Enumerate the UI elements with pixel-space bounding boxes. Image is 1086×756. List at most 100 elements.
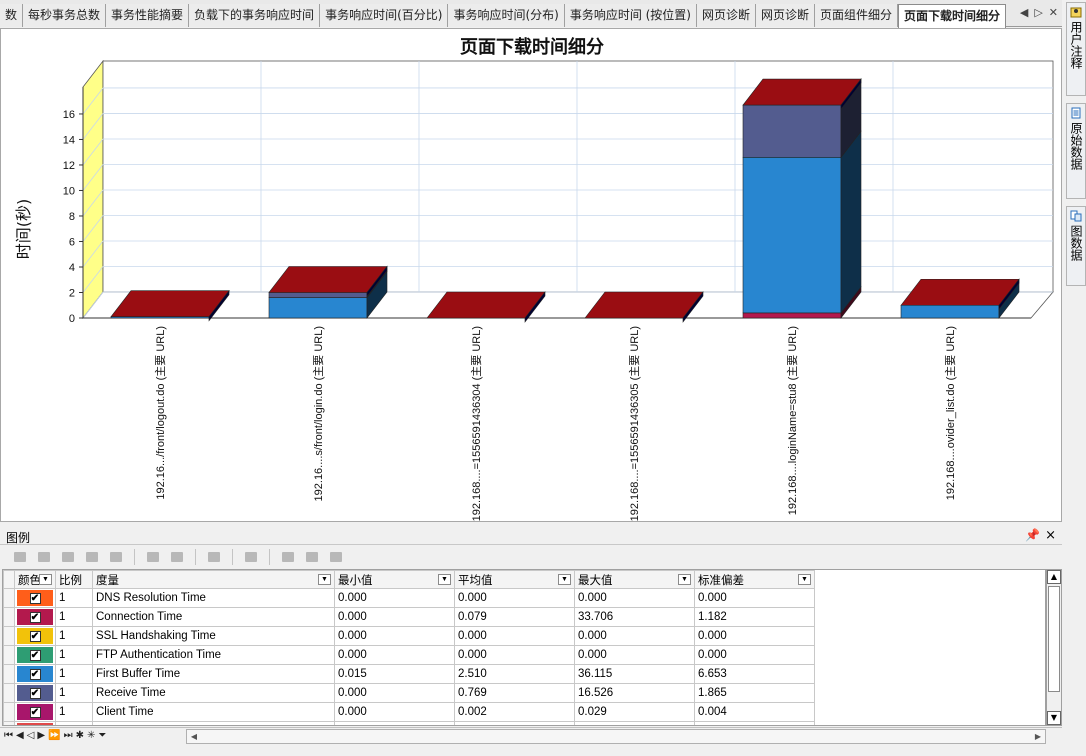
tab-item[interactable]: 事务响应时间 (按位置) (564, 4, 697, 27)
color-cell[interactable]: ✔ (14, 607, 56, 627)
prev-page-icon[interactable]: ◀ (16, 730, 24, 741)
visibility-checkbox[interactable]: ✔ (29, 649, 41, 661)
tab-item[interactable]: 事务性能摘要 (106, 4, 190, 27)
visibility-checkbox[interactable]: ✔ (29, 592, 41, 604)
color-cell[interactable]: ✔ (14, 683, 56, 703)
next-page-icon[interactable]: ⏩ (48, 730, 60, 741)
append-record-icon[interactable]: ✳ (87, 730, 95, 741)
tab-item[interactable]: 数 (0, 4, 24, 27)
user-notes-button[interactable]: 用户注释 (1066, 2, 1086, 96)
row-selector[interactable] (3, 702, 15, 722)
table-row[interactable]: ✔ 1 SSL Handshaking Time 0.000 0.000 0.000 0.0… (3, 626, 815, 646)
table-row[interactable]: ✔ 1 Connection Time 0.000 0.079 33.706 1.182 (3, 607, 815, 627)
table-row[interactable]: ✔ 1 Client Time 0.000 0.002 0.029 0.004 (3, 702, 815, 722)
tab-item[interactable]: 网页诊断 (697, 4, 757, 27)
table-row[interactable]: ✔ 1 DNS Resolution Time 0.000 0.000 0.000 0.00… (3, 588, 815, 608)
vertical-scrollbar[interactable]: ▲ ▼ (1046, 569, 1062, 726)
tab-scroll-right-icon[interactable]: ▷ (1034, 6, 1042, 19)
color-swatch[interactable]: ✔ (17, 704, 53, 720)
export-icon[interactable] (167, 548, 187, 566)
visibility-checkbox[interactable]: ✔ (29, 687, 41, 699)
column-header-measure[interactable]: 度量 ▼ (92, 570, 335, 589)
row-selector[interactable] (3, 721, 15, 725)
column-header-min[interactable]: 最小值 ▼ (334, 570, 455, 589)
link-icon[interactable] (82, 548, 102, 566)
scroll-up-icon[interactable]: ▲ (1047, 570, 1061, 584)
color-cell[interactable]: ✔ (14, 626, 56, 646)
configure-measurements-icon[interactable] (10, 548, 30, 566)
row-selector[interactable] (3, 664, 15, 684)
column-header-scale[interactable]: 比例 (55, 570, 93, 589)
highlight-icon[interactable] (204, 548, 224, 566)
show-all-icon[interactable] (34, 548, 54, 566)
scroll-down-icon[interactable]: ▼ (1047, 711, 1061, 725)
visibility-checkbox[interactable]: ✔ (29, 668, 41, 680)
insert-record-icon[interactable]: ✱ (76, 730, 84, 741)
dropdown-arrow-icon[interactable]: ▼ (438, 574, 451, 585)
column-header-color[interactable]: 颜色 ▼ (14, 570, 56, 589)
raw-data-button[interactable]: 原始数据 (1066, 103, 1086, 199)
pin-icon[interactable]: 📌 (1025, 528, 1040, 542)
color-swatch[interactable]: ✔ (17, 628, 53, 644)
color-swatch[interactable]: ✔ (17, 647, 53, 663)
scroll-left-icon[interactable]: ◀ (187, 730, 201, 743)
group-icon[interactable] (278, 548, 298, 566)
color-swatch[interactable]: ✔ (17, 609, 53, 625)
color-swatch[interactable]: ✔ (17, 685, 53, 701)
color-cell[interactable]: ✔ (14, 721, 56, 727)
save-layout-icon[interactable] (326, 548, 346, 566)
visibility-checkbox[interactable]: ✔ (29, 611, 41, 623)
color-cell[interactable]: ✔ (14, 588, 56, 608)
dropdown-arrow-icon[interactable]: ▼ (318, 574, 331, 585)
scroll-thumb[interactable] (1048, 586, 1060, 692)
dropdown-arrow-icon[interactable]: ▼ (678, 574, 691, 585)
table-row[interactable]: ✔1Error Time0.0000.0000.0410.002 (3, 721, 815, 727)
row-selector[interactable] (3, 645, 15, 665)
tab-item[interactable]: 网页诊断 (756, 4, 816, 27)
ungroup-icon[interactable] (302, 548, 322, 566)
columns-icon[interactable] (241, 548, 261, 566)
import-icon[interactable] (143, 548, 163, 566)
color-swatch[interactable]: ✔ (17, 590, 53, 606)
tab-item[interactable]: 页面下载时间细分 (898, 4, 1007, 28)
column-header-avg[interactable]: 平均值 ▼ (454, 570, 575, 589)
filter-funnel-icon[interactable]: ⏷ (98, 730, 106, 741)
color-swatch[interactable]: ✔ (17, 723, 53, 727)
prev-record-icon[interactable]: ◁ (27, 730, 35, 741)
tab-item[interactable]: 页面组件细分 (815, 4, 899, 27)
color-cell[interactable]: ✔ (14, 664, 56, 684)
dropdown-arrow-icon[interactable]: ▼ (798, 574, 811, 585)
dropdown-arrow-icon[interactable]: ▼ (39, 574, 52, 585)
tab-item[interactable]: 事务响应时间(百分比) (320, 4, 449, 27)
dropdown-arrow-icon[interactable]: ▼ (558, 574, 571, 585)
color-swatch[interactable]: ✔ (17, 666, 53, 682)
color-cell[interactable]: ✔ (14, 702, 56, 722)
tab-close-icon[interactable]: ✕ (1049, 6, 1058, 19)
next-record-icon[interactable]: ▶ (37, 730, 45, 741)
row-selector-header[interactable] (3, 570, 15, 589)
column-header-max[interactable]: 最大值 ▼ (574, 570, 695, 589)
table-row[interactable]: ✔ 1 First Buffer Time 0.015 2.510 36.115 6.653 (3, 664, 815, 684)
horizontal-scrollbar[interactable]: ◀ ▶ (186, 729, 1046, 744)
filter-icon[interactable] (106, 548, 126, 566)
last-page-icon[interactable]: ⏭ (64, 730, 73, 741)
tab-item[interactable]: 每秒事务总数 (23, 4, 107, 27)
tab-item[interactable]: 负载下的事务响应时间 (189, 4, 321, 27)
table-row[interactable]: ✔ 1 FTP Authentication Time 0.000 0.000 0.000… (3, 645, 815, 665)
visibility-checkbox[interactable]: ✔ (29, 630, 41, 642)
table-row[interactable]: ✔ 1 Receive Time 0.000 0.769 16.526 1.865 (3, 683, 815, 703)
row-selector[interactable] (3, 607, 15, 627)
close-icon[interactable]: × (1045, 528, 1056, 543)
first-page-icon[interactable]: ⏮ (4, 730, 13, 741)
row-selector[interactable] (3, 683, 15, 703)
tab-item[interactable]: 事务响应时间(分布) (448, 4, 565, 27)
visibility-checkbox[interactable]: ✔ (30, 726, 41, 727)
color-cell[interactable]: ✔ (14, 645, 56, 665)
visibility-checkbox[interactable]: ✔ (29, 706, 41, 718)
graph-data-button[interactable]: 图数据 (1066, 206, 1086, 286)
column-header-stddev[interactable]: 标准偏差 ▼ (694, 570, 815, 589)
row-selector[interactable] (3, 626, 15, 646)
scroll-right-icon[interactable]: ▶ (1031, 730, 1045, 743)
tab-scroll-left-icon[interactable]: ◀ (1020, 6, 1028, 19)
row-selector[interactable] (3, 588, 15, 608)
